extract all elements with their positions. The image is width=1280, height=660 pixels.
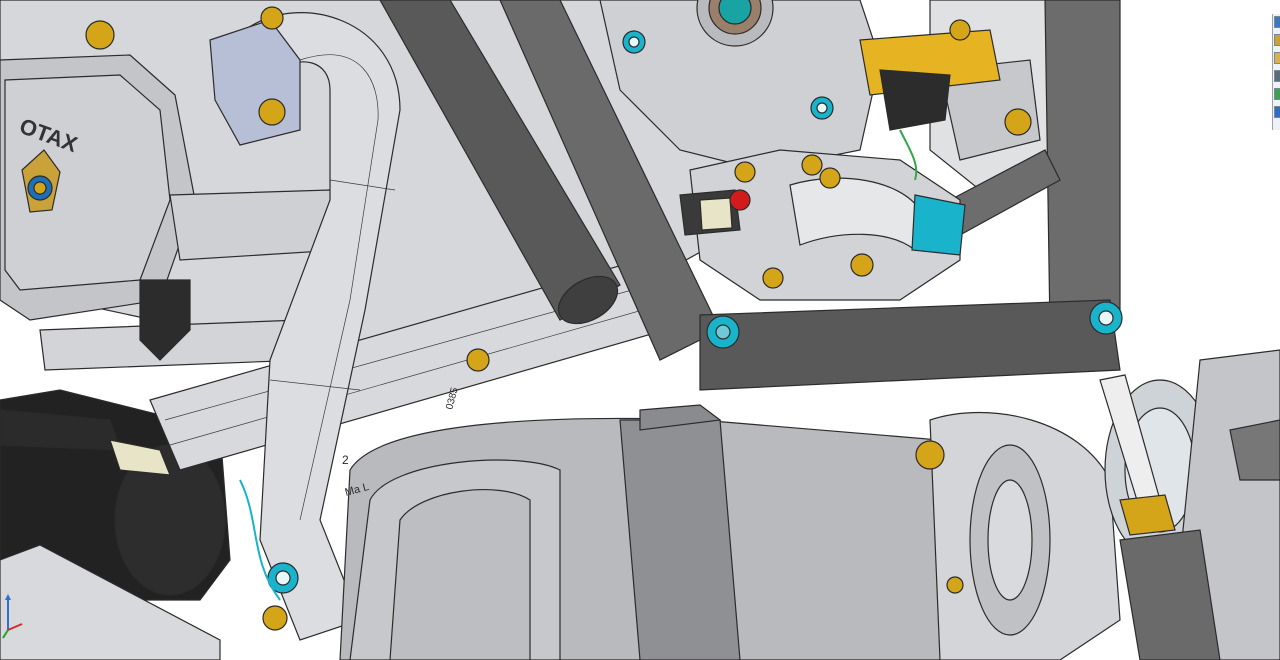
coordinate-triad-icon <box>2 594 23 639</box>
intake-coupler[interactable] <box>911 194 966 256</box>
connector-clip[interactable] <box>879 69 951 131</box>
cad-model-viewport[interactable]: OTAX 2 Ma L 0385 <box>0 0 1280 660</box>
section-view-icon[interactable] <box>1274 70 1280 82</box>
frame-tube-vertical[interactable] <box>1044 0 1121 331</box>
display-style-icon[interactable] <box>1274 34 1280 46</box>
appearance-icon[interactable] <box>1274 88 1280 100</box>
view-orientation-icon[interactable] <box>1274 16 1280 28</box>
heads-up-toolbar <box>1272 14 1280 130</box>
scene-icon[interactable] <box>1274 106 1280 118</box>
muffler-band[interactable] <box>619 419 741 660</box>
hide-show-icon[interactable] <box>1274 52 1280 64</box>
part-mark-1: 2 <box>342 453 349 467</box>
red-marker-icon <box>729 189 751 211</box>
engine-assembly-model[interactable]: OTAX 2 Ma L 0385 <box>0 0 1280 660</box>
